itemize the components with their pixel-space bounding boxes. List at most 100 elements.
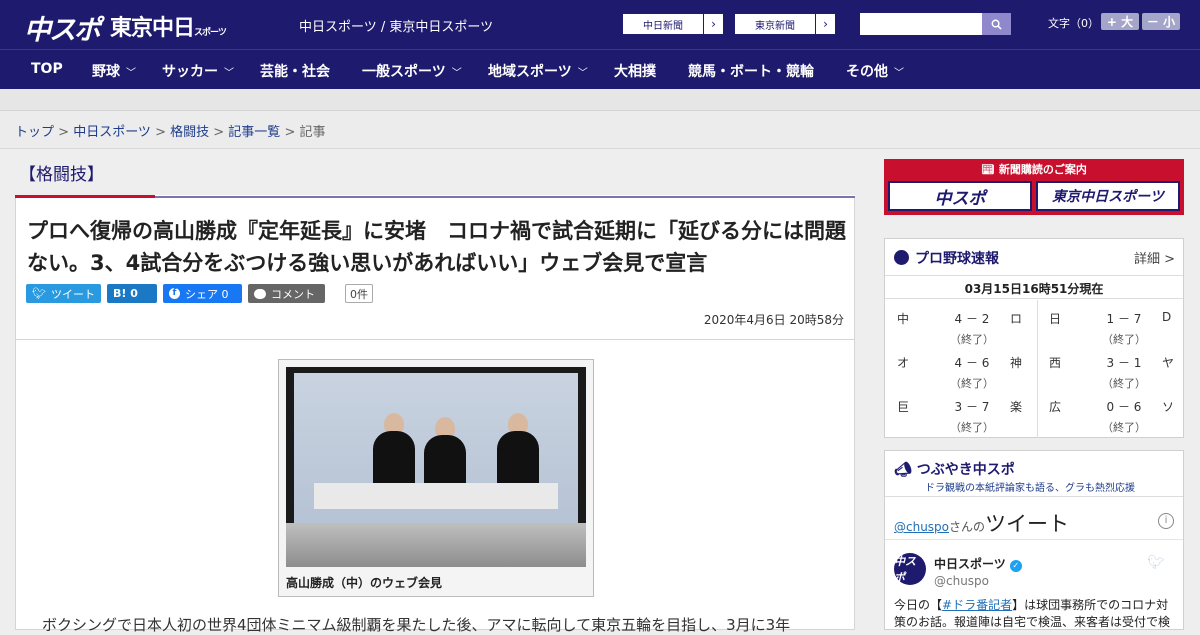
breadcrumb-martial-arts[interactable]: 格闘技 <box>170 125 209 140</box>
article-headline: プロへ復帰の高山勝成『定年延長』に安堵 コロナ禍で試合延期に「延びる分には問題な… <box>27 219 846 275</box>
avatar[interactable]: 中スポ <box>894 553 926 585</box>
nav-item-soccer[interactable]: サッカー ﹀ <box>162 61 234 81</box>
chuspo-handle-link[interactable]: @chuspo <box>894 520 949 534</box>
person-figure <box>497 431 539 491</box>
game-row[interactable]: オ 4 － 6 神 （終了） <box>897 344 1047 390</box>
nav-item-other[interactable]: その他 ﹀ <box>846 61 904 81</box>
tokyo-shimbun-label: 東京新聞 <box>755 20 795 32</box>
comment-count[interactable]: 0件 <box>345 284 373 303</box>
person-figure <box>373 431 415 491</box>
search-button[interactable] <box>982 13 1011 35</box>
baseball-detail-link[interactable]: 詳細 > <box>1134 248 1175 267</box>
photo-caption: 高山勝成（中）のウェブ会見 <box>286 576 443 590</box>
game-row[interactable]: 西 3 － 1 ヤ （終了） <box>1049 344 1199 390</box>
twitter-bird-icon[interactable]: 🐦︎ <box>1147 555 1165 571</box>
nav-item-baseball[interactable]: 野球 ﹀ <box>92 61 136 81</box>
tokyo-chunichi-logo-small: スポーツ <box>194 28 227 38</box>
subscribe-chuspo-button[interactable]: 中スポ <box>888 181 1032 211</box>
nav-item-entertainment-label: 芸能・社会 <box>260 64 330 80</box>
divider <box>885 496 1183 497</box>
subscription-title: 📰︎ 新聞購読のご案内 <box>884 161 1184 177</box>
main-nav: TOP 野球 ﹀ サッカー ﹀ 芸能・社会 一般スポーツ ﹀ 地域スポーツ ﹀ 大相撲 … <box>0 49 1200 89</box>
baseball-widget-title: プロ野球速報 <box>894 248 999 268</box>
chuspo-logo[interactable]: 中スポ <box>24 8 101 47</box>
search-input[interactable] <box>860 13 982 35</box>
nav-item-top[interactable]: TOP <box>31 61 63 77</box>
nav-item-baseball-label: 野球 <box>92 64 120 80</box>
font-size-label: 文字（0） <box>1048 17 1099 30</box>
hatena-label: B! 0 <box>113 287 138 300</box>
game-score: 3 － 1 <box>1106 356 1142 370</box>
nav-item-entertainment[interactable]: 芸能・社会 <box>260 61 330 81</box>
tokyo-chunichi-logo-text: 東京中日 <box>110 16 195 41</box>
article-figure: 高山勝成（中）のウェブ会見 <box>278 359 594 597</box>
tweets-heading: @chuspoさんのツイート <box>894 508 1069 538</box>
breadcrumb-current: 記事 <box>299 125 326 140</box>
breadcrumb: トップ > 中日スポーツ > 格闘技 > 記事一覧 > 記事 <box>0 111 1200 149</box>
tweet-widget-subtitle: ドラ観戦の本紙評論家も語る、グラも熱烈応援 <box>925 483 1135 494</box>
laptop-screen-image <box>294 373 578 523</box>
comment-label: コメント <box>271 287 315 301</box>
tweet-widget-title-text: つぶやき中スポ <box>916 462 1015 478</box>
baseball-widget-title-text: プロ野球速報 <box>915 251 999 267</box>
chevron-right-icon: › <box>815 14 835 34</box>
game-row[interactable]: 巨 3 － 7 楽 （終了） <box>897 388 1047 434</box>
font-smaller-button[interactable]: － 小 <box>1142 13 1180 30</box>
twitter-icon: 🐦︎ <box>32 287 46 300</box>
game-status: （終了） <box>950 421 994 434</box>
article-photo[interactable] <box>286 367 586 567</box>
baseball-icon <box>894 250 909 265</box>
tokyo-shimbun-link[interactable]: 東京新聞 › <box>734 13 836 35</box>
breadcrumb-chunichi-sports[interactable]: 中日スポーツ <box>73 125 151 140</box>
subscribe-tokyo-chunichi-button[interactable]: 東京中日スポーツ <box>1036 181 1180 211</box>
nav-item-regional-sports[interactable]: 地域スポーツ ﹀ <box>488 61 588 81</box>
subscription-title-text: 新聞購読のご案内 <box>998 163 1087 176</box>
game-row[interactable]: 日 1 － 7 D （終了） <box>1049 300 1199 346</box>
nav-item-sumo[interactable]: 大相撲 <box>614 61 656 81</box>
breadcrumb-article-list[interactable]: 記事一覧 <box>228 125 280 140</box>
nav-item-regional-sports-label: 地域スポーツ <box>488 64 572 80</box>
breadcrumb-top[interactable]: トップ <box>15 125 54 140</box>
chevron-down-icon: ﹀ <box>894 68 904 79</box>
comment-button[interactable]: コメント <box>248 284 325 303</box>
game-home-team: 巨 <box>897 400 910 414</box>
article-main: 【格闘技】 プロへ復帰の高山勝成『定年延長』に安堵 コロナ禍で試合延期に「延びる… <box>15 149 855 634</box>
baseball-score-widget: プロ野球速報 詳細 > 03月15日16時51分現在 中 4 － 2 ロ （終了… <box>884 238 1184 438</box>
twitter-widget: 📣︎ つぶやき中スポ ドラ観戦の本紙評論家も語る、グラも熱烈応援 @chuspoさ… <box>884 450 1184 630</box>
score-timestamp: 03月15日16時51分現在 <box>885 275 1183 299</box>
tweet-account-handle[interactable]: @chuspo <box>934 574 989 588</box>
speech-bubble-icon <box>254 288 266 299</box>
tokyo-chunichi-logo[interactable]: 東京中日スポーツ <box>110 10 227 42</box>
chevron-right-icon: › <box>703 14 723 34</box>
hatena-bookmark-button[interactable]: B! 0 <box>107 284 157 303</box>
nav-item-general-sports[interactable]: 一般スポーツ ﹀ <box>362 61 462 81</box>
subscription-banner[interactable]: 📰︎ 新聞購読のご案内 中スポ 東京中日スポーツ <box>884 159 1184 215</box>
game-score: 3 － 7 <box>954 400 990 414</box>
nav-item-other-label: その他 <box>846 64 888 80</box>
nav-item-keiba[interactable]: 競馬・ボート・競輪 <box>688 61 814 81</box>
game-away-team: 神 <box>1010 356 1023 370</box>
game-home-team: 日 <box>1049 312 1062 326</box>
laptop-keyboard <box>286 523 586 567</box>
search-icon <box>991 19 1002 30</box>
tweet-account-name[interactable]: 中日スポーツ ✓ <box>934 555 1022 572</box>
facebook-icon: f <box>169 288 180 299</box>
desk <box>314 483 558 509</box>
nav-item-top-label: TOP <box>31 61 63 77</box>
facebook-share-button[interactable]: f シェア 0 <box>163 284 242 303</box>
info-icon[interactable]: i <box>1158 513 1174 529</box>
hashtag-link[interactable]: #ドラ番記者 <box>942 598 1012 612</box>
tweet-text-pre: 今日の【 <box>894 598 943 612</box>
game-score: 4 － 6 <box>954 356 990 370</box>
tweet-widget-title: 📣︎ つぶやき中スポ <box>894 459 1015 479</box>
chevron-down-icon: ﹀ <box>451 68 462 79</box>
game-score: 4 － 2 <box>954 312 990 326</box>
tweet-button[interactable]: 🐦︎ ツイート <box>26 284 101 303</box>
category-title: 【格闘技】 <box>15 149 855 195</box>
tweet-account-name-text: 中日スポーツ <box>934 557 1006 571</box>
font-larger-button[interactable]: + 大 <box>1101 13 1139 30</box>
chunichi-shimbun-link[interactable]: 中日新聞 › <box>622 13 724 35</box>
chevron-down-icon: ﹀ <box>126 68 136 79</box>
game-row[interactable]: 中 4 － 2 ロ （終了） <box>897 300 1047 346</box>
game-row[interactable]: 広 0 － 6 ソ （終了） <box>1049 388 1199 434</box>
